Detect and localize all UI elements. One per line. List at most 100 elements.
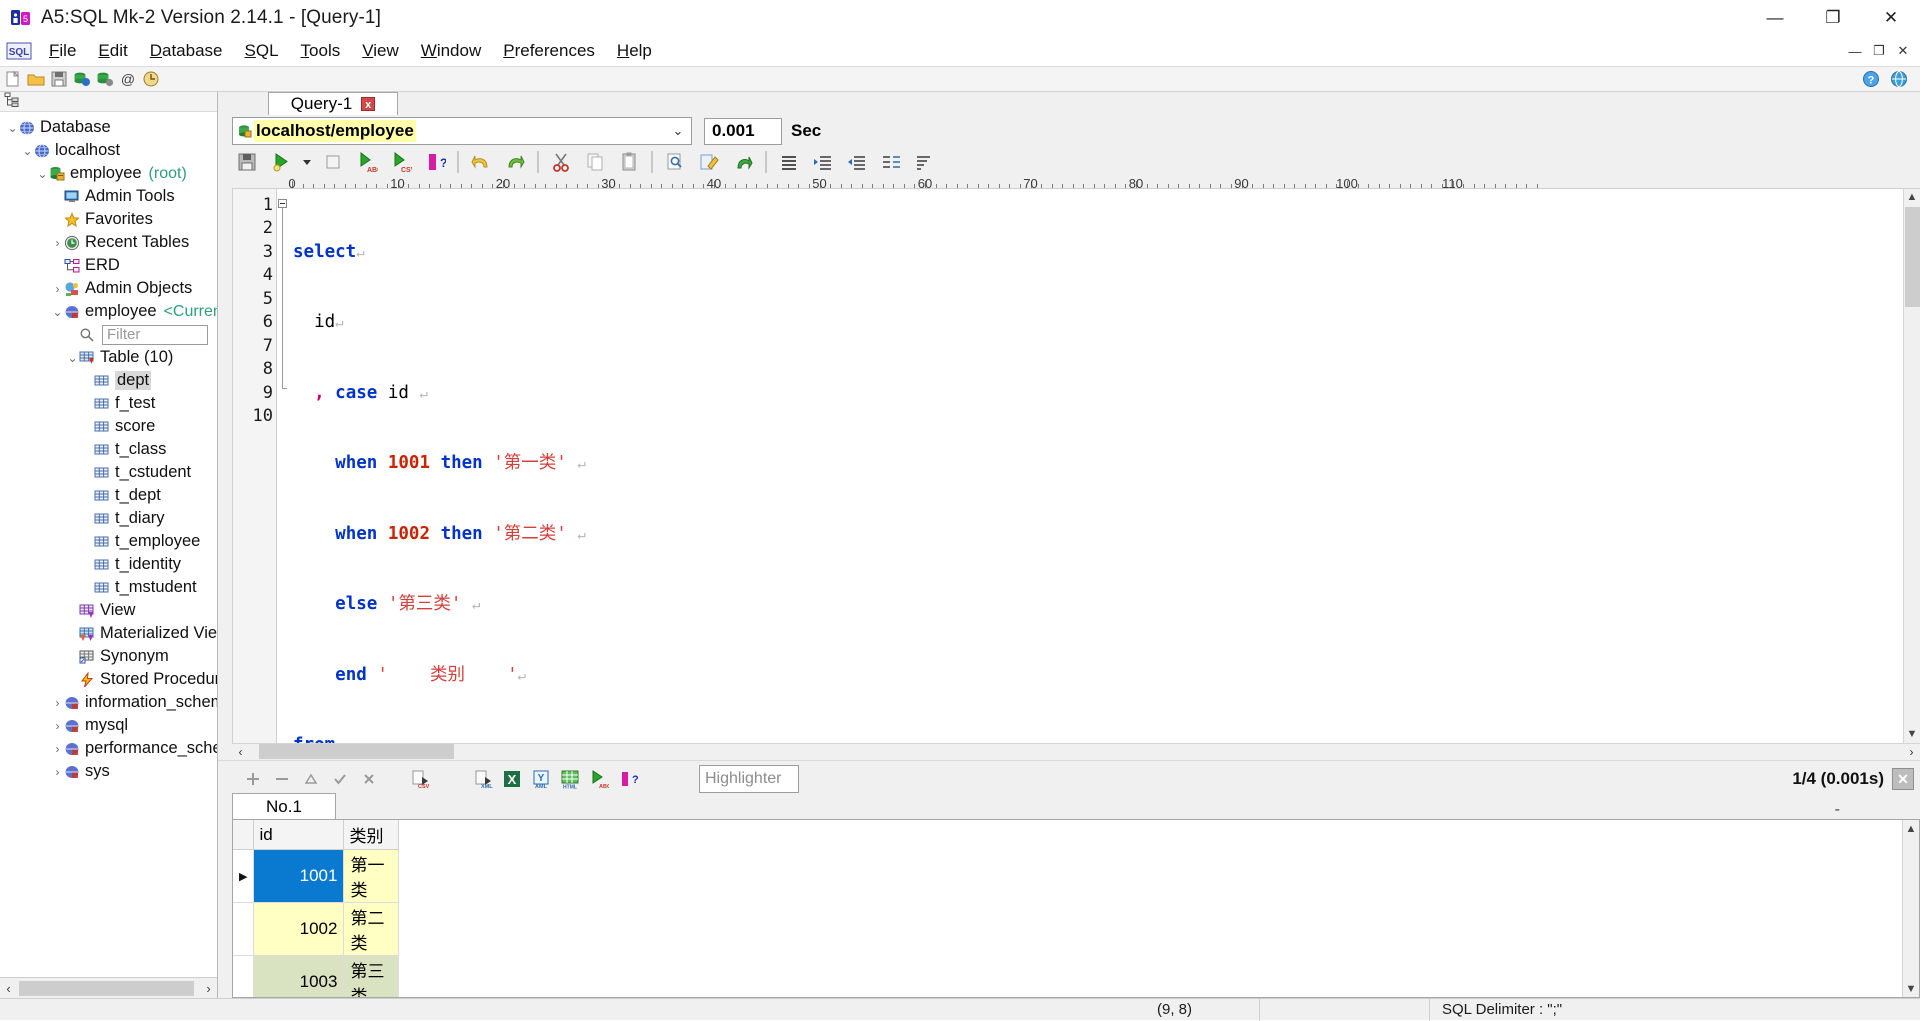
tab-query-1[interactable]: Query-1 x — [268, 92, 398, 115]
tree-item-mysql[interactable]: › mysql — [0, 714, 217, 737]
close-results-button[interactable]: ✕ — [1892, 768, 1914, 791]
scroll-down-arrow[interactable]: ▼ — [1904, 726, 1920, 743]
export-html-button[interactable]: HTML — [557, 767, 582, 792]
table-row[interactable]: 1002 第二类 — [233, 902, 400, 957]
tree-item-information-schema[interactable]: › information_schema — [0, 691, 218, 714]
tree-item-f-test[interactable]: f_test — [0, 392, 217, 415]
tree-item-t-cstudent[interactable]: t_cstudent — [0, 461, 217, 484]
sql-code-area[interactable]: select↵ id↵ , case id ↵ when 1001 then '… — [288, 189, 1903, 743]
execute-button[interactable] — [264, 147, 298, 177]
find-button[interactable] — [658, 147, 692, 177]
cell-id[interactable]: 1001 — [253, 849, 345, 904]
scroll-thumb[interactable] — [19, 980, 194, 996]
cell-category[interactable]: 第二类 — [343, 902, 400, 957]
minimize-button[interactable]: — — [1746, 0, 1804, 36]
tree-item-admin-objects[interactable]: › Admin Objects — [0, 277, 217, 300]
database-tree[interactable]: ⌄ Database ⌄ localhost ⌄ employee (root)… — [0, 112, 217, 977]
tree-item-materialized-view[interactable]: Materialized View — [0, 622, 217, 645]
cell-id[interactable]: 1003 — [253, 955, 345, 997]
connection-select[interactable]: localhost/employee ⌄ — [232, 117, 692, 145]
tree-item-stored-procedure[interactable]: Stored Procedure — [0, 668, 217, 691]
undo-button[interactable] — [464, 147, 498, 177]
replace-button[interactable] — [692, 147, 726, 177]
tree-item-recent-tables[interactable]: › Recent Tables — [0, 231, 217, 254]
chevron-right-icon[interactable]: › — [51, 282, 64, 296]
grid-vertical-scrollbar[interactable]: ▲ ▼ — [1902, 820, 1919, 997]
tree-item-employee[interactable]: ⌄ employee <Current — [0, 300, 217, 323]
elapsed-time-field[interactable]: 0.001 — [704, 117, 782, 145]
at-sign-icon[interactable]: @ — [118, 69, 138, 89]
chevron-right-icon[interactable]: › — [51, 719, 64, 733]
help-circle-icon[interactable]: ? — [1861, 69, 1881, 89]
mdi-minimize-button[interactable]: — — [1844, 41, 1866, 61]
tree-structure-icon[interactable] — [4, 92, 24, 112]
tree-item-localhost[interactable]: ⌄ localhost — [0, 139, 217, 162]
chevron-right-icon[interactable]: › — [51, 765, 64, 779]
copy-button[interactable] — [578, 147, 612, 177]
menu-tools[interactable]: Tools — [290, 38, 352, 64]
table-row[interactable]: ▶ 1001 第一类 — [233, 849, 400, 904]
editor-horizontal-scrollbar[interactable]: ‹ › — [232, 742, 1920, 760]
chevron-down-icon[interactable]: ⌄ — [21, 144, 34, 158]
close-button[interactable]: ✕ — [1862, 0, 1920, 36]
cut-button[interactable] — [544, 147, 578, 177]
tree-item-t-identity[interactable]: t_identity — [0, 553, 217, 576]
sort-lines-button[interactable] — [908, 147, 942, 177]
cell-category[interactable]: 第一类 — [343, 849, 400, 904]
tree-item-table-10-[interactable]: ⌄ Table (10) — [0, 346, 217, 369]
execute-to-text-button[interactable]: ABC — [350, 147, 384, 177]
chevron-right-icon[interactable]: › — [51, 696, 64, 710]
scroll-track[interactable] — [1904, 205, 1920, 726]
chevron-right-icon[interactable]: › — [51, 236, 64, 250]
scroll-right-arrow[interactable]: › — [200, 981, 217, 996]
chevron-down-icon[interactable]: ⌄ — [66, 351, 79, 365]
save-button[interactable] — [230, 147, 264, 177]
explain-plan-button[interactable]: ? — [418, 147, 452, 177]
tree-item-favorites[interactable]: Favorites — [0, 208, 217, 231]
fold-toggle-icon[interactable] — [278, 198, 287, 208]
format-sql-button[interactable] — [772, 147, 806, 177]
refresh-button[interactable] — [726, 147, 760, 177]
tab-result-no1[interactable]: No.1 — [232, 793, 336, 820]
menu-preferences[interactable]: Preferences — [492, 38, 606, 64]
editor-vertical-scrollbar[interactable]: ▲ ▼ — [1903, 188, 1920, 743]
delete-row-button[interactable] — [269, 767, 294, 792]
cell-category[interactable]: 第三类 — [343, 955, 400, 997]
tree-item-synonym[interactable]: Synonym — [0, 645, 217, 668]
scroll-left-arrow[interactable]: ‹ — [232, 745, 249, 759]
indent-decrease-button[interactable] — [840, 147, 874, 177]
edit-row-button[interactable] — [298, 767, 323, 792]
menu-edit[interactable]: Edit — [87, 38, 138, 64]
tree-item-t-mstudent[interactable]: t_mstudent — [0, 576, 217, 599]
scroll-left-arrow[interactable]: ‹ — [0, 981, 17, 996]
database-settings-icon[interactable] — [95, 69, 115, 89]
menu-window[interactable]: Window — [410, 38, 492, 64]
open-folder-icon[interactable] — [26, 69, 46, 89]
comment-lines-button[interactable] — [874, 147, 908, 177]
highlighter-input[interactable]: Highlighter — [699, 765, 799, 794]
chevron-down-icon[interactable]: ⌄ — [665, 123, 691, 139]
chevron-right-icon[interactable]: › — [51, 742, 64, 756]
tree-item-score[interactable]: score — [0, 415, 217, 438]
tree-filter-input[interactable]: Filter — [102, 324, 208, 345]
sql-editor[interactable]: 1 2 3 4 5 6 7 8 9 10 select↵ id↵ , case id ↵ when… — [233, 188, 1903, 743]
tree-item-sys[interactable]: › sys — [0, 760, 217, 783]
result-grid[interactable]: id 类别 ▶1001第一类1002第二类1003第三类1004第三类 — [233, 820, 400, 997]
tree-item-t-class[interactable]: t_class — [0, 438, 217, 461]
chart-button[interactable]: ? — [615, 767, 640, 792]
insert-row-button[interactable] — [240, 767, 265, 792]
export-excel-button[interactable]: X — [499, 767, 524, 792]
tree-item-performance-schema[interactable]: › performance_schema — [0, 737, 218, 760]
export-xml-button[interactable]: XML — [470, 767, 495, 792]
export-text-button[interactable]: ABC — [586, 767, 611, 792]
result-grid-scroll[interactable]: id 类别 ▶1001第一类1002第二类1003第三类1004第三类 — [233, 820, 1902, 997]
execute-to-csv-button[interactable]: CSV — [384, 147, 418, 177]
tree-item-dept[interactable]: dept — [0, 369, 217, 392]
scroll-up-arrow[interactable]: ▲ — [1904, 189, 1920, 206]
tree-item-t-diary[interactable]: t_diary — [0, 507, 217, 530]
paste-button[interactable] — [612, 147, 646, 177]
menu-view[interactable]: View — [351, 38, 410, 64]
commit-button[interactable] — [327, 767, 352, 792]
globe-web-icon[interactable] — [1889, 69, 1909, 89]
maximize-button[interactable]: ❐ — [1804, 0, 1862, 36]
